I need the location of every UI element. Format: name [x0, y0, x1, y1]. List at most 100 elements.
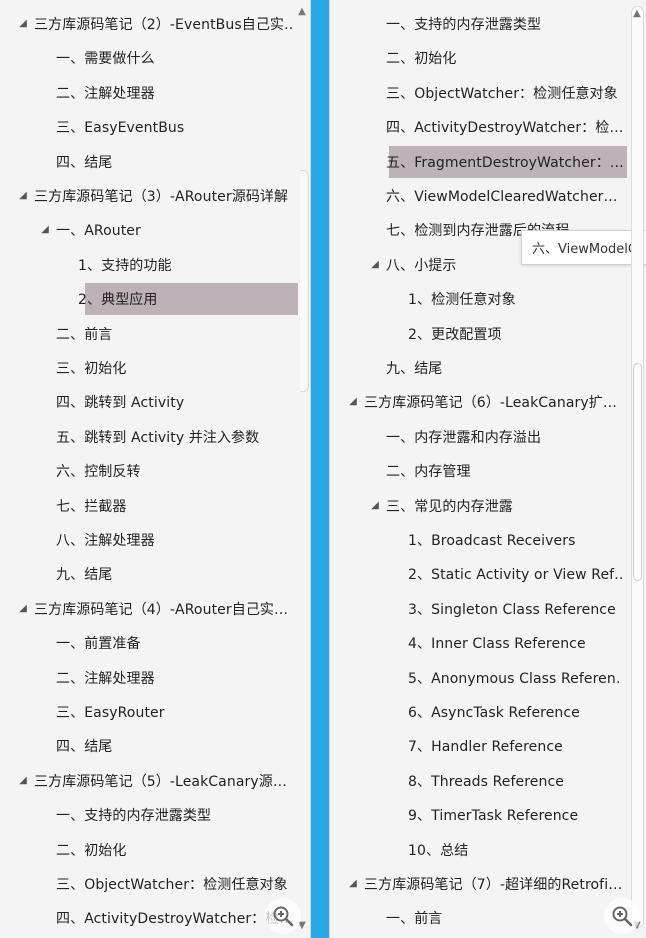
outline-item[interactable]: 三、EasyEventBus	[0, 110, 310, 144]
outline-item[interactable]: 六、ViewModelClearedWatcher…	[330, 179, 646, 213]
outline-item[interactable]: ◢ 一、ARouter	[0, 213, 310, 247]
outline-item[interactable]: 二、注解处理器	[0, 76, 310, 110]
outline-item[interactable]: 10、总结	[330, 833, 646, 867]
outline-item[interactable]: 一、前言	[330, 901, 646, 935]
outline-item[interactable]: 六、控制反转	[0, 454, 310, 488]
outline-item[interactable]: 1、检测任意对象	[330, 282, 646, 316]
caret-down-icon[interactable]: ◢	[370, 259, 380, 270]
outline-item[interactable]: 一、支持的内存泄露类型	[330, 7, 646, 41]
right-scrollbar-thumb[interactable]	[633, 363, 642, 581]
caret-spacer	[392, 638, 402, 648]
outline-item[interactable]: 四、结尾	[0, 145, 310, 179]
outline-item[interactable]: 九、结尾	[330, 351, 646, 385]
outline-item-label: 三方库源码笔记（6）-LeakCanary扩…	[364, 395, 617, 412]
outline-item-label: 10、总结	[408, 842, 469, 859]
caret-down-icon[interactable]: ◢	[18, 603, 28, 614]
outline-item[interactable]: 4、Inner Class Reference	[330, 626, 646, 660]
outline-item[interactable]: 九、结尾	[0, 557, 310, 591]
outline-item-label: 一、内存泄露和内存溢出	[386, 429, 542, 446]
right-outline-tree: 一、支持的内存泄露类型 二、初始化 三、ObjectWatcher：检测任意对象四、…	[330, 0, 646, 938]
caret-spacer	[40, 432, 50, 442]
caret-spacer	[370, 225, 380, 235]
outline-item[interactable]: 一、支持的内存泄露类型	[0, 798, 310, 832]
outline-item-label: 二、注解处理器	[56, 670, 155, 687]
outline-item[interactable]: 四、结尾	[0, 729, 310, 763]
outline-item[interactable]: 五、跳转到 Activity 并注入参数	[0, 420, 310, 454]
outline-item[interactable]: ◢ 三方库源码笔记（2）-EventBus自己实…	[0, 7, 310, 41]
outline-item[interactable]: ◢ 三、常见的内存泄露	[330, 489, 646, 523]
outline-item-label: 四、ActivityDestroyWatcher：检…	[386, 120, 624, 137]
outline-item[interactable]: 二、初始化	[0, 833, 310, 867]
caret-spacer	[40, 466, 50, 476]
outline-item[interactable]: 7、Handler Reference	[330, 729, 646, 763]
outline-item[interactable]: ◢ 三方库源码笔记（5）-LeakCanary源…	[0, 764, 310, 798]
caret-spacer	[40, 535, 50, 545]
outline-item[interactable]: 二、内存管理	[330, 454, 646, 488]
outline-item[interactable]: 一、需要做什么	[0, 41, 310, 75]
outline-item-label: 九、结尾	[56, 567, 113, 584]
outline-item[interactable]: 四、ActivityDestroyWatcher：检…	[330, 110, 646, 144]
caret-down-icon[interactable]: ◢	[348, 397, 358, 407]
outline-item[interactable]: ◢ 三方库源码笔记（7）-超详细的Retrofi…	[330, 867, 646, 901]
outline-item[interactable]: 6、AsyncTask Reference	[330, 695, 646, 729]
outline-item-label: 四、结尾	[56, 739, 113, 756]
outline-item[interactable]: ◢ 三方库源码笔记（4）-ARouter自己实…	[0, 592, 310, 626]
caret-spacer	[40, 157, 50, 167]
outline-item[interactable]: 三、初始化	[0, 351, 310, 385]
right-scroll-up-icon[interactable]: ▲	[631, 8, 643, 20]
outline-item[interactable]: 2、典型应用	[0, 282, 310, 316]
outline-item[interactable]: 5、Anonymous Class Referen…	[330, 661, 646, 695]
outline-item[interactable]: 三、ObjectWatcher：检测任意对象	[330, 76, 646, 110]
outline-item[interactable]: 2、Static Activity or View Ref…	[330, 557, 646, 591]
outline-item[interactable]: 8、Threads Reference	[330, 764, 646, 798]
caret-down-icon[interactable]: ◢	[18, 775, 28, 786]
outline-item[interactable]: 一、前置准备	[0, 626, 310, 660]
outline-item[interactable]: 1、支持的功能	[0, 248, 310, 282]
outline-item-label: 三、常见的内存泄露	[386, 498, 513, 515]
outline-item[interactable]: 四、跳转到 Activity	[0, 385, 310, 419]
caret-down-icon[interactable]: ◢	[348, 879, 358, 889]
caret-spacer	[370, 122, 380, 132]
zoom-in-icon[interactable]	[604, 898, 640, 934]
caret-spacer	[40, 638, 50, 648]
outline-item[interactable]: 9、TimerTask Reference	[330, 798, 646, 832]
outline-item-label: 四、跳转到 Activity	[56, 395, 185, 412]
outline-item[interactable]: 1、Broadcast Receivers	[330, 523, 646, 557]
outline-item[interactable]: 三、ObjectWatcher：检测任意对象	[0, 867, 310, 901]
outline-item[interactable]: 二、初始化	[330, 41, 646, 75]
outline-item-label: 5、Anonymous Class Referen…	[408, 670, 622, 687]
outline-item[interactable]: 2、更改配置项	[330, 317, 646, 351]
outline-item[interactable]: 一、内存泄露和内存溢出	[330, 420, 646, 454]
outline-item[interactable]: ◢ 三方库源码笔记（6）-LeakCanary扩…	[330, 385, 646, 419]
caret-spacer	[40, 879, 50, 889]
outline-item[interactable]: 四、ActivityDestroyWatcher：检…	[0, 901, 310, 935]
outline-item[interactable]: 五、FragmentDestroyWatcher：…	[330, 145, 646, 179]
outline-item-label: 一、支持的内存泄露类型	[56, 808, 212, 825]
right-scrollbar-track[interactable]	[631, 6, 644, 928]
outline-item[interactable]: ◢ 三方库源码笔记（3）-ARouter源码详解	[0, 179, 310, 213]
outline-item[interactable]: 八、注解处理器	[0, 523, 310, 557]
caret-spacer	[392, 810, 402, 820]
caret-spacer	[392, 707, 402, 717]
outline-item-label: 三方库源码笔记（7）-超详细的Retrofi…	[364, 877, 623, 893]
caret-spacer	[392, 329, 402, 339]
left-scroll-handle[interactable]	[300, 170, 309, 392]
left-outline-panel: ◢ 三方库源码笔记（2）-EventBus自己实… 一、需要做什么 二、注解处理器 三、…	[0, 0, 311, 938]
left-scroll-up-icon[interactable]: ▲	[296, 6, 308, 18]
outline-item[interactable]: 3、Singleton Class Reference	[330, 592, 646, 626]
caret-down-icon[interactable]: ◢	[18, 19, 28, 29]
zoom-in-icon[interactable]	[265, 898, 301, 934]
outline-item[interactable]: 二、前言	[0, 317, 310, 351]
outline-item-label: 2、Static Activity or View Ref…	[408, 567, 622, 584]
outline-item[interactable]: 三、EasyRouter	[0, 695, 310, 729]
caret-spacer	[40, 569, 50, 579]
caret-spacer	[392, 294, 402, 304]
caret-spacer	[370, 53, 380, 63]
outline-item[interactable]: 二、注解处理器	[0, 661, 310, 695]
outline-item-label: 二、前言	[56, 326, 113, 343]
caret-down-icon[interactable]: ◢	[18, 191, 28, 201]
caret-down-icon[interactable]: ◢	[40, 225, 50, 235]
outline-item[interactable]: 七、拦截器	[0, 489, 310, 523]
caret-down-icon[interactable]: ◢	[370, 500, 380, 511]
outline-item-label: 六、控制反转	[56, 464, 141, 481]
